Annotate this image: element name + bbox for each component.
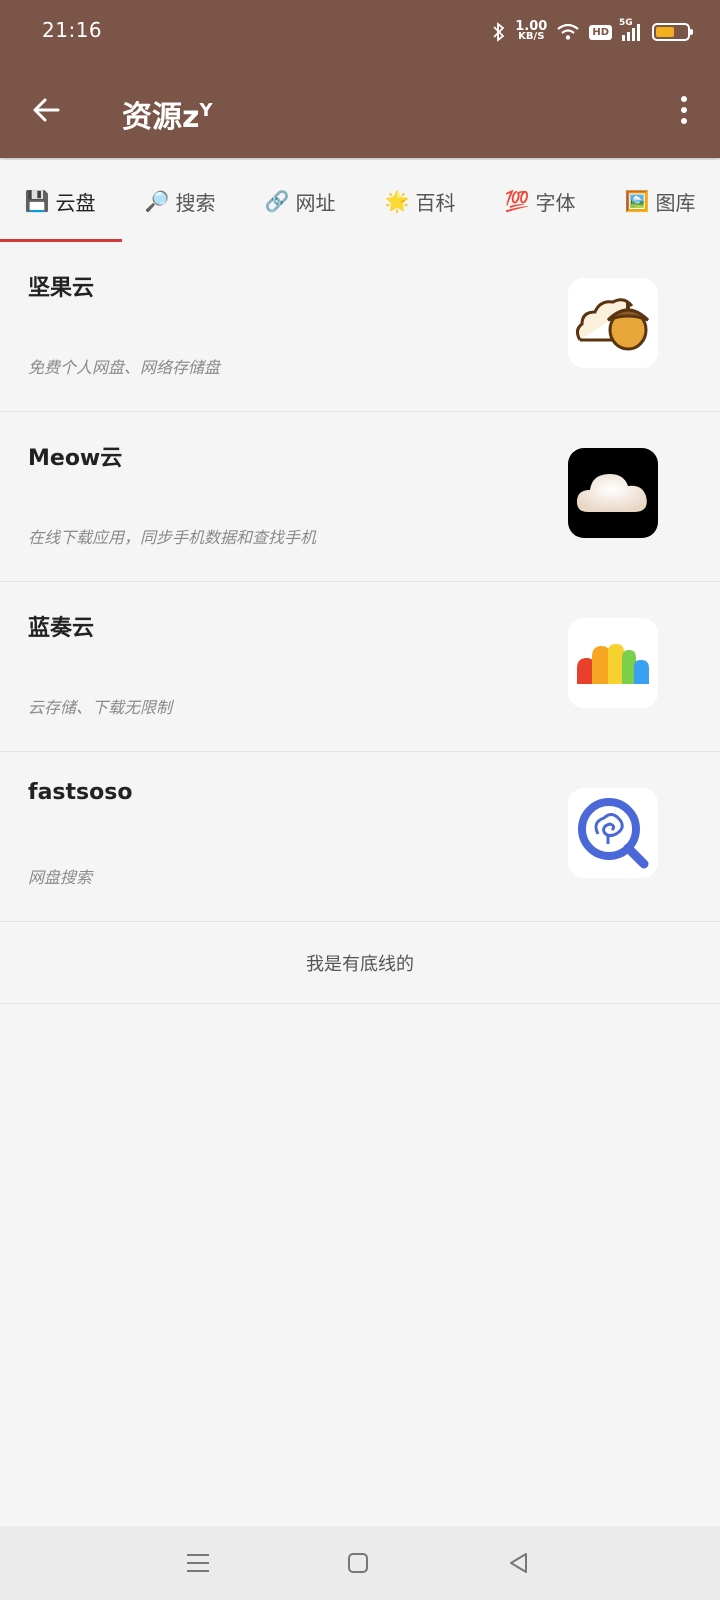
tab-encyclopedia[interactable]: 🌟 百科 [360, 160, 480, 242]
end-of-list-note: 我是有底线的 [0, 922, 720, 1004]
hundred-points-icon: 💯 [504, 189, 530, 213]
network-type-label: 5G [619, 18, 633, 28]
item-description: 免费个人网盘、网络存储盘 [28, 358, 221, 377]
acorn-cloud-icon [568, 278, 658, 368]
back-nav-button[interactable] [503, 1548, 533, 1578]
list-item[interactable]: 蓝奏云 云存储、下载无限制 [0, 582, 720, 752]
more-dot-icon [681, 118, 687, 124]
floppy-disk-icon: 💾 [24, 189, 50, 213]
magnifier-icon: 🔎 [144, 189, 170, 213]
tab-label: 网址 [295, 190, 336, 215]
tab-search[interactable]: 🔎 搜索 [120, 160, 240, 242]
resource-list: 坚果云 免费个人网盘、网络存储盘 Meow云 在线下载应用，同步手机数据和查找手… [0, 242, 720, 1004]
menu-button[interactable] [183, 1548, 213, 1578]
item-title: 坚果云 [28, 276, 95, 301]
signal-5g: 5G [619, 18, 643, 42]
item-description: 在线下载应用，同步手机数据和查找手机 [28, 528, 317, 547]
item-description: 云存储、下载无限制 [28, 698, 173, 717]
tab-bar: 💾 云盘 🔎 搜索 🔗 网址 🌟 百科 💯 字体 🖼️ 图库 [0, 160, 720, 242]
rainbow-cloud-icon [568, 618, 658, 708]
list-item[interactable]: 坚果云 免费个人网盘、网络存储盘 [0, 242, 720, 412]
back-arrow-icon [33, 98, 60, 122]
item-title: 蓝奏云 [28, 616, 95, 641]
battery-icon [652, 23, 693, 41]
more-dot-icon [681, 96, 687, 102]
page-title: 资源zY [122, 92, 213, 136]
tab-label: 百科 [415, 190, 456, 215]
more-dot-icon [681, 107, 687, 113]
tab-cloud-disk[interactable]: 💾 云盘 [0, 160, 122, 242]
item-title: Meow云 [28, 446, 123, 471]
triangle-back-icon [510, 1553, 527, 1573]
status-icons: 1.00 KB/S HD 5G [492, 18, 693, 44]
network-speed-unit: KB/S [518, 31, 545, 42]
link-icon: 🔗 [264, 189, 290, 213]
tab-label: 云盘 [55, 190, 96, 215]
system-nav-bar [0, 1526, 720, 1600]
star-icon: 🌟 [384, 189, 410, 213]
wifi-icon [557, 23, 580, 40]
list-item[interactable]: Meow云 在线下载应用，同步手机数据和查找手机 [0, 412, 720, 582]
magnifier-icon [568, 788, 658, 878]
menu-icon [187, 1554, 209, 1572]
hd-badge: HD [589, 24, 612, 40]
status-time: 21:16 [42, 18, 103, 42]
framed-picture-icon: 🖼️ [624, 189, 650, 213]
tab-label: 图库 [655, 190, 696, 215]
page-title-main: 资源z [122, 100, 200, 135]
page-title-sup: Y [199, 100, 213, 121]
battery-fill [656, 27, 674, 37]
app-bar: 资源zY [0, 62, 720, 158]
tab-urls[interactable]: 🔗 网址 [240, 160, 360, 242]
more-options-button[interactable] [672, 90, 696, 130]
tab-label: 搜索 [175, 190, 216, 215]
bluetooth-icon [493, 22, 505, 42]
home-button[interactable] [343, 1548, 373, 1578]
square-icon [348, 1553, 368, 1573]
tab-gallery[interactable]: 🖼️ 图库 [600, 160, 720, 242]
item-description: 网盘搜索 [28, 868, 93, 887]
status-bar: 21:16 1.00 KB/S HD 5G [0, 0, 720, 62]
back-button[interactable] [24, 88, 68, 132]
tab-label: 字体 [535, 190, 576, 215]
list-item[interactable]: fastsoso 网盘搜索 [0, 752, 720, 922]
tab-fonts[interactable]: 💯 字体 [480, 160, 600, 242]
white-cloud-icon [568, 448, 658, 538]
network-speed: 1.00 KB/S [515, 20, 547, 42]
item-title: fastsoso [28, 780, 133, 805]
